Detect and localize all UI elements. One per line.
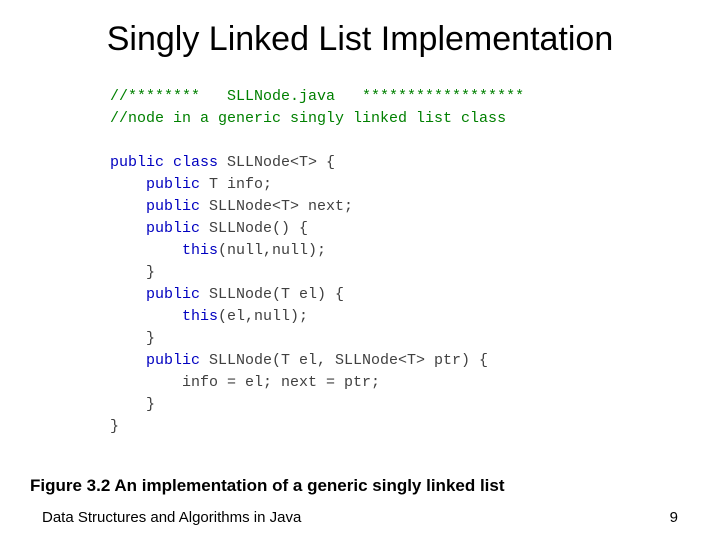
code-kw: this [110, 308, 218, 325]
code-kw: public [110, 220, 200, 237]
code-text: (el,null); [218, 308, 308, 325]
code-kw: public [110, 198, 200, 215]
code-kw: public [110, 352, 200, 369]
code-text: } [110, 264, 155, 281]
code-text: T info; [200, 176, 272, 193]
code-text: (null,null); [218, 242, 326, 259]
code-comment-1: //******** SLLNode.java ****************… [110, 88, 524, 105]
code-block: //******** SLLNode.java ****************… [110, 86, 524, 438]
page-number: 9 [670, 509, 678, 526]
code-kw: public [110, 176, 200, 193]
footer-source: Data Structures and Algorithms in Java [42, 509, 301, 526]
slide-title: Singly Linked List Implementation [0, 20, 720, 59]
code-text: } [110, 330, 155, 347]
code-text: info = el; next = ptr; [110, 374, 380, 391]
figure-caption: Figure 3.2 An implementation of a generi… [30, 476, 505, 496]
code-text: SLLNode(T el) { [200, 286, 344, 303]
code-text: SLLNode<T> { [218, 154, 335, 171]
code-text: SLLNode() { [200, 220, 308, 237]
code-kw: public class [110, 154, 218, 171]
code-comment-2: //node in a generic singly linked list c… [110, 110, 506, 127]
code-text: SLLNode<T> next; [200, 198, 353, 215]
code-text: } [110, 396, 155, 413]
code-text: } [110, 418, 119, 435]
code-text: SLLNode(T el, SLLNode<T> ptr) { [200, 352, 488, 369]
slide: Singly Linked List Implementation //****… [0, 0, 720, 540]
code-kw: public [110, 286, 200, 303]
code-kw: this [110, 242, 218, 259]
